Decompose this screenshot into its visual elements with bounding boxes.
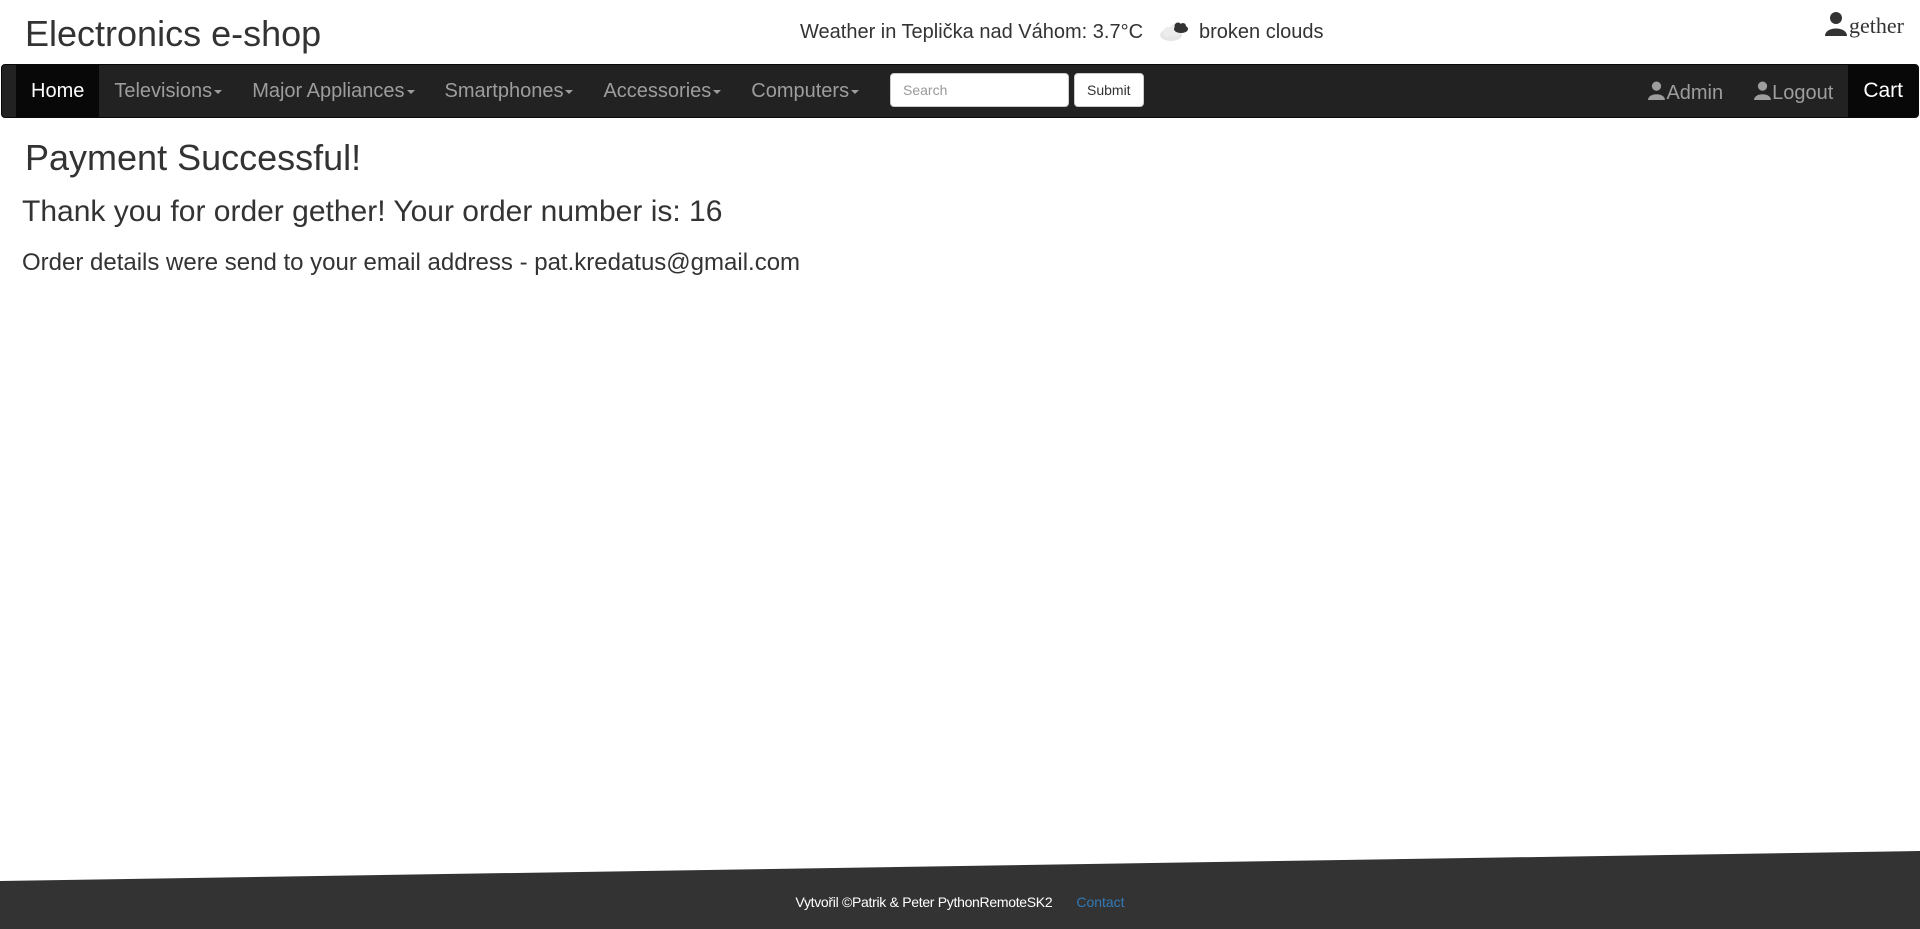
admin-link[interactable]: Admin bbox=[1632, 65, 1738, 117]
logout-label: Logout bbox=[1772, 81, 1834, 104]
nav-home[interactable]: Home bbox=[16, 65, 100, 117]
nav-right: Admin Logout Cart bbox=[1632, 65, 1918, 117]
footer-credit: Vytvořil ©Patrik & Peter PythonRemoteSK2 bbox=[795, 894, 1053, 910]
cart-link[interactable]: Cart bbox=[1848, 65, 1918, 117]
broken-clouds-icon bbox=[1157, 19, 1195, 45]
user-icon bbox=[1647, 80, 1666, 106]
caret-down-icon bbox=[851, 90, 860, 94]
order-confirmation: Thank you for order gether! Your order n… bbox=[22, 195, 723, 228]
cart-label: Cart bbox=[1863, 79, 1903, 102]
user-icon bbox=[1753, 80, 1772, 106]
page-title: Payment Successful! bbox=[25, 137, 362, 178]
contact-link[interactable]: Contact bbox=[1076, 894, 1124, 910]
nav-accessories-label: Accessories bbox=[603, 79, 712, 102]
brand-title[interactable]: Electronics e-shop bbox=[25, 12, 321, 56]
caret-down-icon bbox=[406, 90, 415, 94]
username: gether bbox=[1849, 13, 1904, 38]
nav-home-label: Home bbox=[31, 79, 85, 102]
weather-text: Weather in Teplička nad Váhom: 3.7°C bbox=[800, 21, 1144, 43]
search-input[interactable] bbox=[890, 73, 1069, 107]
logout-link[interactable]: Logout bbox=[1738, 65, 1848, 117]
nav-computers-label: Computers bbox=[751, 79, 850, 102]
caret-down-icon bbox=[214, 90, 223, 94]
caret-down-icon bbox=[565, 90, 574, 94]
nav-major-appliances-label: Major Appliances bbox=[252, 79, 405, 102]
nav-major-appliances[interactable]: Major Appliances bbox=[237, 65, 429, 117]
weather-condition: broken clouds bbox=[1199, 21, 1324, 43]
nav-smartphones[interactable]: Smartphones bbox=[430, 65, 589, 117]
caret-down-icon bbox=[713, 90, 722, 94]
user-menu[interactable]: gether bbox=[1824, 10, 1904, 42]
submit-button[interactable]: Submit bbox=[1074, 73, 1144, 107]
nav-computers[interactable]: Computers bbox=[736, 65, 874, 117]
user-icon bbox=[1824, 10, 1848, 42]
nav-televisions[interactable]: Televisions bbox=[99, 65, 237, 117]
nav-menu: Home Televisions Major Appliances Smartp… bbox=[16, 65, 874, 117]
nav-televisions-label: Televisions bbox=[114, 79, 213, 102]
admin-label: Admin bbox=[1666, 81, 1724, 104]
weather-widget: Weather in Teplička nad Váhom: 3.7°C bro… bbox=[800, 19, 1324, 45]
search-form: Submit bbox=[890, 73, 1144, 107]
order-details-message: Order details were send to your email ad… bbox=[22, 249, 801, 276]
top-header: Electronics e-shop Weather in Teplička n… bbox=[0, 0, 1920, 64]
main-navbar: Home Televisions Major Appliances Smartp… bbox=[1, 64, 1919, 118]
footer: Vytvořil ©Patrik & Peter PythonRemoteSK2… bbox=[0, 890, 1920, 914]
nav-smartphones-label: Smartphones bbox=[444, 79, 564, 102]
nav-accessories[interactable]: Accessories bbox=[588, 65, 736, 117]
